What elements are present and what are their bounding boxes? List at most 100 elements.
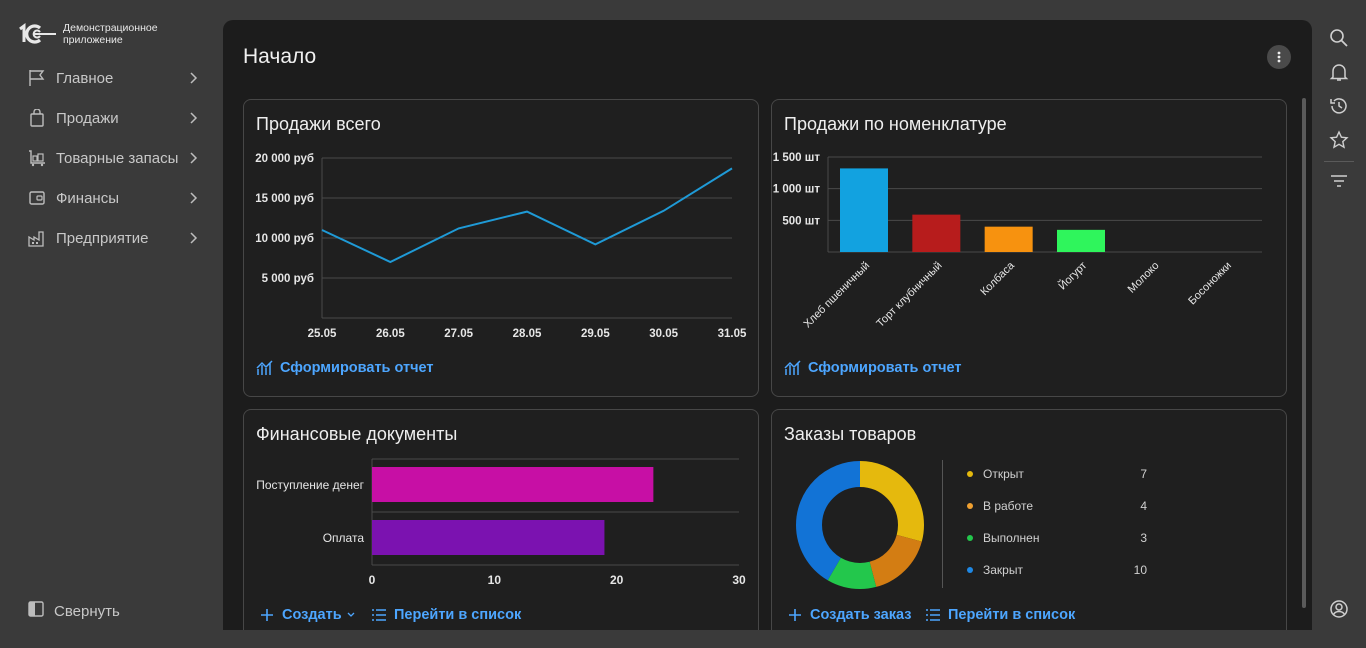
legend-label: Открыт <box>983 467 1024 481</box>
sidebar-item-finance[interactable]: Финансы <box>0 178 222 218</box>
legend-label: В работе <box>983 499 1034 513</box>
generate-report-button[interactable]: Сформировать отчет <box>256 359 433 377</box>
legend-value: 10 <box>1133 563 1147 577</box>
action-label: Сформировать отчет <box>280 360 434 376</box>
card-title: Заказы товаров <box>784 424 917 444</box>
report-chart-icon <box>784 359 802 377</box>
right-toolbar <box>1312 0 1366 648</box>
sidebar-item-label: Продажи <box>56 109 119 127</box>
sidebar-item-enterprise[interactable]: Предприятие <box>0 218 222 258</box>
finance-documents-card: Финансовые документы Поступление денег Оп… <box>243 409 759 630</box>
sidebar-item-main[interactable]: Главное <box>0 58 222 98</box>
orders-donut-chart <box>796 461 924 589</box>
legend-dot <box>967 535 973 541</box>
sidebar-nav: Главное Продажи Товарные запасы Финансы <box>0 58 222 258</box>
action-label: Создать заказ <box>810 607 912 623</box>
x-tick-label: 30 <box>732 573 746 587</box>
y-tick-label: Поступление денег <box>256 478 364 492</box>
y-tick-label: 500 шт <box>782 215 820 227</box>
card-title: Продажи всего <box>256 114 381 134</box>
user-profile-button[interactable] <box>1328 598 1350 620</box>
more-vertical-icon <box>1277 51 1281 63</box>
action-label: Перейти в список <box>394 607 522 623</box>
x-tick-label: 31.05 <box>718 328 747 340</box>
bar <box>372 467 654 502</box>
orders-legend: Открыт 7 В работе 4 Выполнен 3 Закрыт 10 <box>942 460 1162 588</box>
legend-dot <box>967 567 973 573</box>
1c-logo-icon <box>19 23 56 44</box>
bar <box>984 226 1033 252</box>
x-tick-label: 20 <box>610 573 624 587</box>
generate-report-button[interactable]: Сформировать отчет <box>784 359 961 377</box>
user-circle-icon <box>1330 600 1348 618</box>
plus-icon <box>786 606 804 624</box>
sidebar-item-label: Финансы <box>56 189 119 207</box>
sales-by-item-bar-chart: 500 шт 1 000 шт 1 500 шт Хлеб пшеничный Торт… <box>773 152 1262 331</box>
legend-value: 7 <box>1140 467 1147 481</box>
create-order-button[interactable]: Создать заказ <box>786 606 911 624</box>
x-tick-label: Хлеб пшеничный <box>802 260 873 331</box>
left-sidebar: Демонстрационное приложение Главное Прод… <box>0 0 222 648</box>
bell-icon <box>1329 64 1349 81</box>
sales-series-line <box>321 167 733 264</box>
sales-total-line-chart: 5 000 руб 10 000 руб 15 000 руб 20 000 руб 2… <box>255 153 747 340</box>
go-to-list-button[interactable]: Перейти в список <box>370 606 521 624</box>
action-label: Перейти в список <box>948 607 1076 623</box>
chevron-right-icon <box>190 72 198 84</box>
x-tick-label: 29.05 <box>581 328 610 340</box>
create-button[interactable]: Создать <box>258 606 356 624</box>
app-logo[interactable]: Демонстрационное приложение <box>16 22 173 46</box>
chevron-down-icon <box>347 612 355 617</box>
shopping-bag-icon <box>27 108 47 128</box>
go-to-list-button[interactable]: Перейти в список <box>924 606 1075 624</box>
plus-icon <box>258 606 276 624</box>
x-tick-label: 10 <box>488 573 502 587</box>
search-button[interactable] <box>1328 27 1350 49</box>
x-tick-label: Торт клубничный <box>874 260 944 330</box>
action-label: Сформировать отчет <box>808 360 962 376</box>
product-orders-card: Заказы товаров Открыт 7 В работе 4 Выпол… <box>771 409 1287 630</box>
collapse-sidebar-button[interactable]: Свернуть <box>27 600 120 623</box>
sidebar-item-inventory[interactable]: Товарные запасы <box>0 138 222 178</box>
legend-value: 3 <box>1140 531 1147 545</box>
x-tick-label: Колбаса <box>978 259 1017 298</box>
x-tick-label: 26.05 <box>376 328 405 340</box>
collapse-label: Свернуть <box>54 603 120 620</box>
warehouse-cart-icon <box>27 148 47 168</box>
legend-label: Закрыт <box>983 563 1023 577</box>
x-tick-label: 0 <box>369 573 376 587</box>
legend-item: Открыт 7 <box>967 464 1147 484</box>
page-title: Начало <box>243 45 317 68</box>
sales-total-card: Продажи всего 5 000 руб 10 000 руб 15 000 … <box>243 99 759 397</box>
legend-dot <box>967 503 973 509</box>
x-tick-label: Йогурт <box>1056 259 1089 292</box>
main-scrollbar[interactable] <box>1302 98 1306 608</box>
sales-by-item-card: Продажи по номенклатуре 500 шт 1 000 шт 1 … <box>771 99 1287 397</box>
legend-dot <box>967 471 973 477</box>
y-tick-label: 1 000 шт <box>773 184 821 196</box>
sidebar-item-label: Товарные запасы <box>56 149 179 167</box>
favorites-button[interactable] <box>1328 129 1350 151</box>
toolbar-divider <box>1324 161 1354 162</box>
x-tick-label: 25.05 <box>308 328 337 340</box>
more-options-button[interactable] <box>1267 45 1291 69</box>
flag-icon <box>27 68 47 88</box>
report-chart-icon <box>256 359 274 377</box>
legend-item: В работе 4 <box>967 496 1147 516</box>
history-button[interactable] <box>1328 95 1350 117</box>
legend-label: Выполнен <box>983 531 1040 545</box>
app-name: Демонстрационное приложение <box>63 22 158 46</box>
notifications-button[interactable] <box>1328 61 1350 83</box>
y-tick-label: 5 000 руб <box>262 273 314 285</box>
bar <box>912 214 961 252</box>
bar <box>840 168 888 252</box>
chevron-right-icon <box>190 232 198 244</box>
filter-lines-icon <box>1331 175 1347 187</box>
sidebar-item-sales[interactable]: Продажи <box>0 98 222 138</box>
x-tick-label: Молоко <box>1126 260 1162 296</box>
y-tick-label: 1 500 шт <box>773 152 821 164</box>
x-tick-label: 30.05 <box>649 328 678 340</box>
finance-documents-bar-chart: Поступление денег Оплата 0 10 20 30 <box>256 458 746 587</box>
sidebar-item-label: Главное <box>56 69 114 87</box>
filter-button[interactable] <box>1328 170 1350 192</box>
